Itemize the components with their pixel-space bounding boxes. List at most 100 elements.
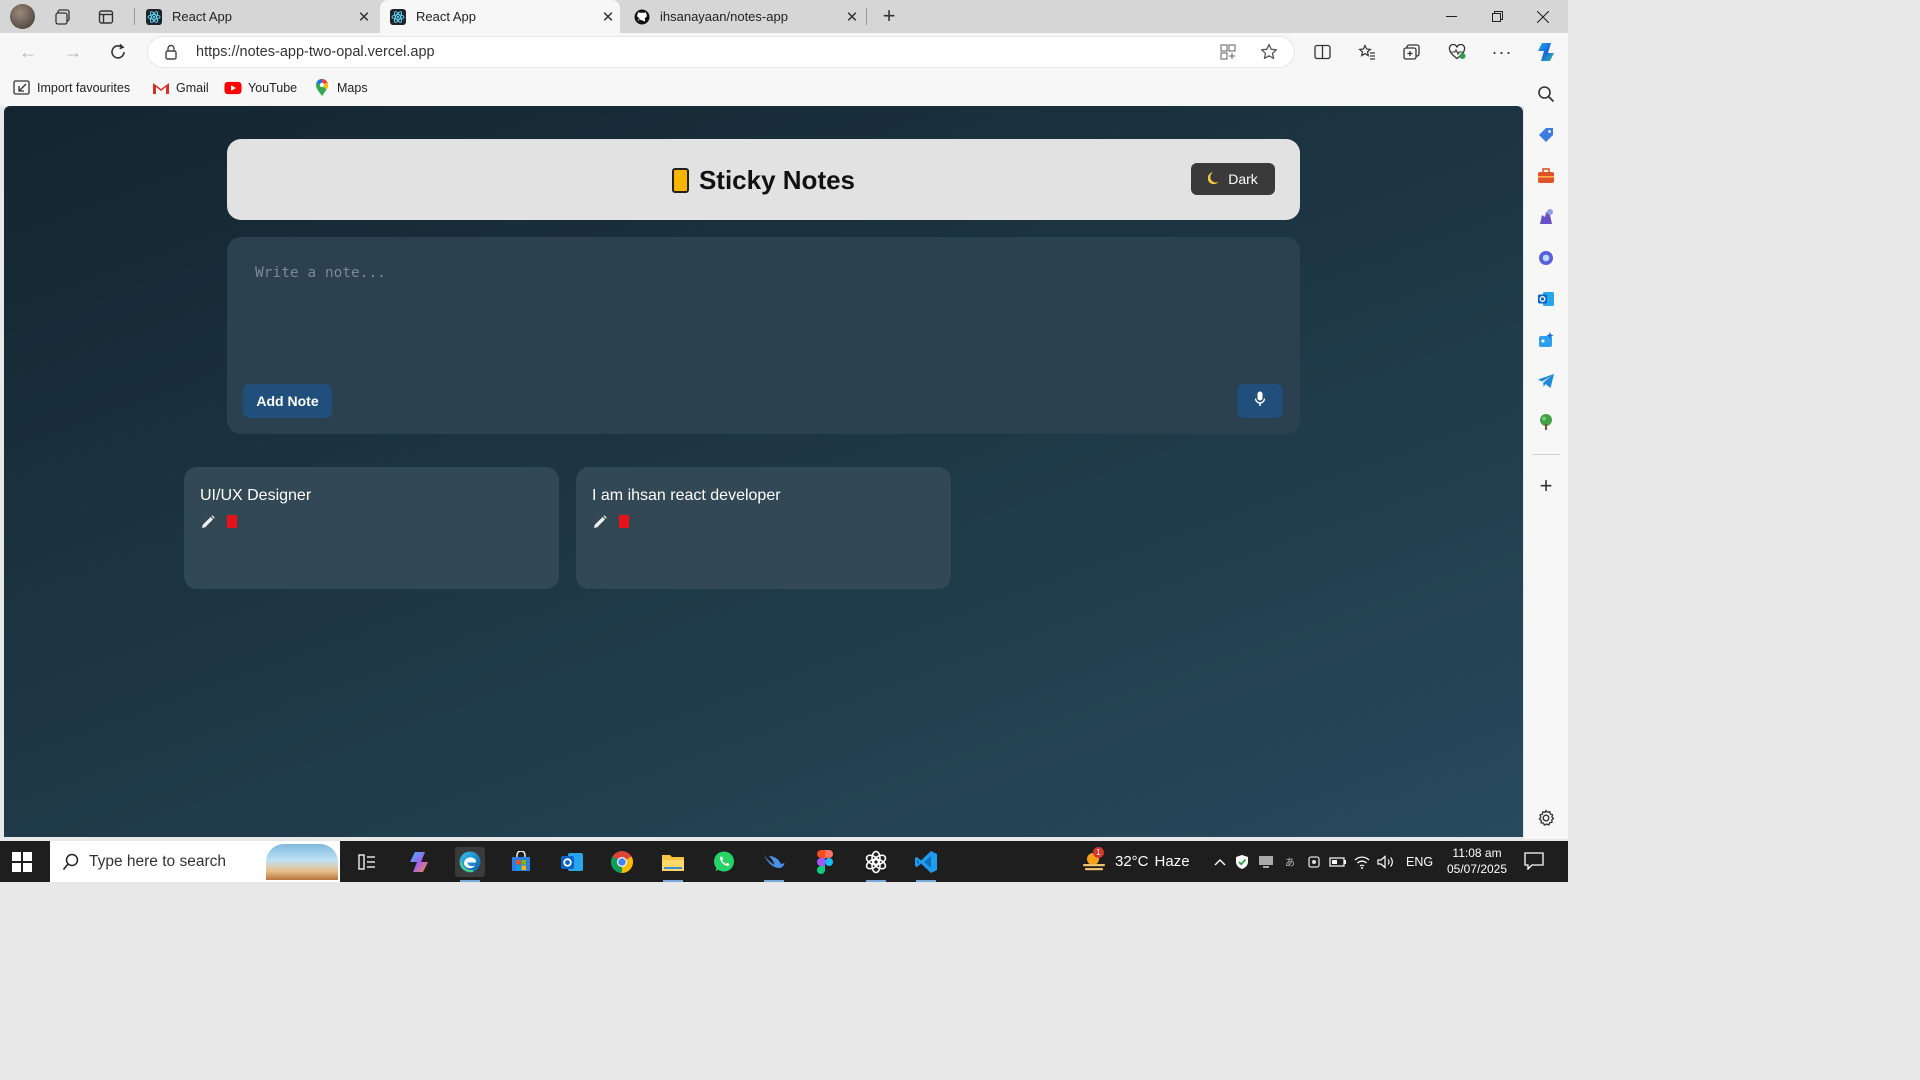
favourites-bar: Import favourites Gmail YouTube Maps xyxy=(0,71,1568,106)
favourite-maps[interactable]: Maps xyxy=(313,79,368,97)
tab-title: React App xyxy=(172,9,232,24)
copilot-icon[interactable] xyxy=(1533,39,1559,65)
tab-react-app-2[interactable]: React App ✕ xyxy=(380,0,620,33)
display-icon[interactable] xyxy=(1254,855,1278,869)
designer-icon[interactable] xyxy=(1535,329,1557,351)
delete-icon[interactable] xyxy=(619,515,629,528)
wifi-icon[interactable] xyxy=(1350,855,1374,869)
refresh-icon[interactable] xyxy=(105,39,131,65)
browser-essentials-icon[interactable] xyxy=(1444,39,1470,65)
theme-toggle-button[interactable]: Dark xyxy=(1191,163,1275,195)
tab-title: React App xyxy=(416,9,476,24)
copilot-icon[interactable] xyxy=(1535,247,1557,269)
chatgpt-icon[interactable] xyxy=(861,847,891,882)
toolbox-icon[interactable] xyxy=(1535,165,1557,187)
language-indicator[interactable]: ENG xyxy=(1406,855,1433,869)
theme-toggle-label: Dark xyxy=(1228,171,1258,187)
page-title: Sticky Notes xyxy=(227,165,1300,196)
note-composer: Add Note xyxy=(227,237,1300,434)
tab-github[interactable]: ihsanayaan/notes-app ✕ xyxy=(624,0,864,33)
close-tab-icon[interactable]: ✕ xyxy=(840,8,864,26)
favourites-icon[interactable] xyxy=(1354,39,1380,65)
import-icon xyxy=(13,80,31,96)
favourite-label: Gmail xyxy=(176,81,209,95)
pencil-icon[interactable] xyxy=(201,515,215,529)
clock-time: 11:08 am xyxy=(1452,846,1502,860)
more-options-icon[interactable]: ··· xyxy=(1489,39,1515,65)
taskbar-clock[interactable]: 11:08 am 05/07/2025 xyxy=(1436,845,1518,877)
add-note-button[interactable]: Add Note xyxy=(243,384,332,418)
lock-icon[interactable] xyxy=(164,44,178,65)
favourite-import[interactable]: Import favourites xyxy=(13,79,130,97)
note-text: I am ihsan react developer xyxy=(592,487,781,504)
weather-temp: 32°C xyxy=(1115,853,1149,870)
chrome-icon[interactable] xyxy=(607,847,637,877)
minimize-button[interactable] xyxy=(1428,0,1474,33)
file-explorer-icon[interactable] xyxy=(658,847,688,882)
tab-title: ihsanayaan/notes-app xyxy=(660,9,788,24)
address-bar[interactable]: https://notes-app-two-opal.vercel.app xyxy=(148,37,1294,67)
profile-avatar[interactable] xyxy=(10,4,35,29)
react-icon xyxy=(146,8,162,25)
note-text: UI/UX Designer xyxy=(200,487,312,504)
telegram-icon[interactable] xyxy=(1535,370,1557,392)
restore-button[interactable] xyxy=(1474,0,1520,33)
copilot-icon[interactable] xyxy=(404,847,434,877)
back-icon[interactable]: ← xyxy=(15,39,41,65)
input-method-icon[interactable]: あ xyxy=(1278,854,1302,869)
outlook-icon[interactable] xyxy=(557,847,587,877)
tab-actions-icon[interactable] xyxy=(93,4,119,30)
moon-icon xyxy=(1207,171,1222,188)
pencil-icon[interactable] xyxy=(593,515,607,529)
url-text[interactable]: https://notes-app-two-opal.vercel.app xyxy=(196,44,435,60)
edge-icon[interactable] xyxy=(455,847,485,882)
weather-widget[interactable]: 1 32°C Haze xyxy=(1081,841,1190,882)
favourite-gmail[interactable]: Gmail xyxy=(152,79,209,97)
windows-start-icon[interactable] xyxy=(12,852,32,872)
chevron-up-icon[interactable] xyxy=(1210,858,1230,866)
figma-icon[interactable] xyxy=(810,847,840,877)
camera-icon[interactable] xyxy=(1302,855,1326,869)
settings-icon[interactable] xyxy=(1535,807,1557,829)
close-window-button[interactable] xyxy=(1520,0,1566,33)
note-input[interactable] xyxy=(239,249,1288,369)
new-tab-button[interactable]: + xyxy=(876,3,902,29)
react-icon xyxy=(390,8,406,25)
app-header: Sticky Notes Dark xyxy=(227,139,1300,220)
search-icon[interactable] xyxy=(1535,83,1557,105)
outlook-icon[interactable] xyxy=(1535,288,1557,310)
security-shield-icon[interactable] xyxy=(1230,854,1254,870)
app-available-icon[interactable] xyxy=(1218,42,1238,62)
forward-icon[interactable]: → xyxy=(60,39,86,65)
collections-icon[interactable] xyxy=(1399,39,1425,65)
close-tab-icon[interactable]: ✕ xyxy=(596,8,620,26)
add-icon[interactable]: + xyxy=(1535,473,1557,498)
volume-icon[interactable] xyxy=(1374,854,1398,869)
battery-icon[interactable] xyxy=(1326,856,1350,867)
split-screen-icon[interactable] xyxy=(1309,39,1335,65)
system-tray: あ ENG xyxy=(1210,841,1433,882)
voice-input-button[interactable] xyxy=(1237,384,1283,418)
browser-toolbar: ← → https://notes-app-two-opal.vercel.ap… xyxy=(0,33,1568,71)
search-placeholder: Type here to search xyxy=(89,852,226,870)
store-icon[interactable] xyxy=(506,847,536,877)
taskbar-search-box[interactable]: Type here to search xyxy=(50,841,340,882)
weather-alert-badge: 1 xyxy=(1093,846,1104,858)
vscode-icon[interactable] xyxy=(911,847,941,882)
favorite-star-icon[interactable] xyxy=(1259,42,1279,62)
shopping-tag-icon[interactable] xyxy=(1535,124,1557,146)
favourite-label: Import favourites xyxy=(37,81,131,95)
bird-app-icon[interactable] xyxy=(759,847,789,882)
tree-icon[interactable] xyxy=(1535,411,1557,433)
search-icon xyxy=(62,853,80,876)
favourite-youtube[interactable]: YouTube xyxy=(224,79,297,97)
whatsapp-icon[interactable] xyxy=(709,847,739,877)
task-view-icon[interactable] xyxy=(352,847,382,877)
workspaces-icon[interactable] xyxy=(50,4,76,30)
tab-react-app-1[interactable]: React App ✕ xyxy=(136,0,376,33)
games-icon[interactable] xyxy=(1535,206,1557,228)
close-tab-icon[interactable]: ✕ xyxy=(352,8,376,26)
notification-icon[interactable] xyxy=(1524,852,1546,872)
note-card: UI/UX Designer xyxy=(184,467,559,589)
delete-icon[interactable] xyxy=(227,515,237,528)
